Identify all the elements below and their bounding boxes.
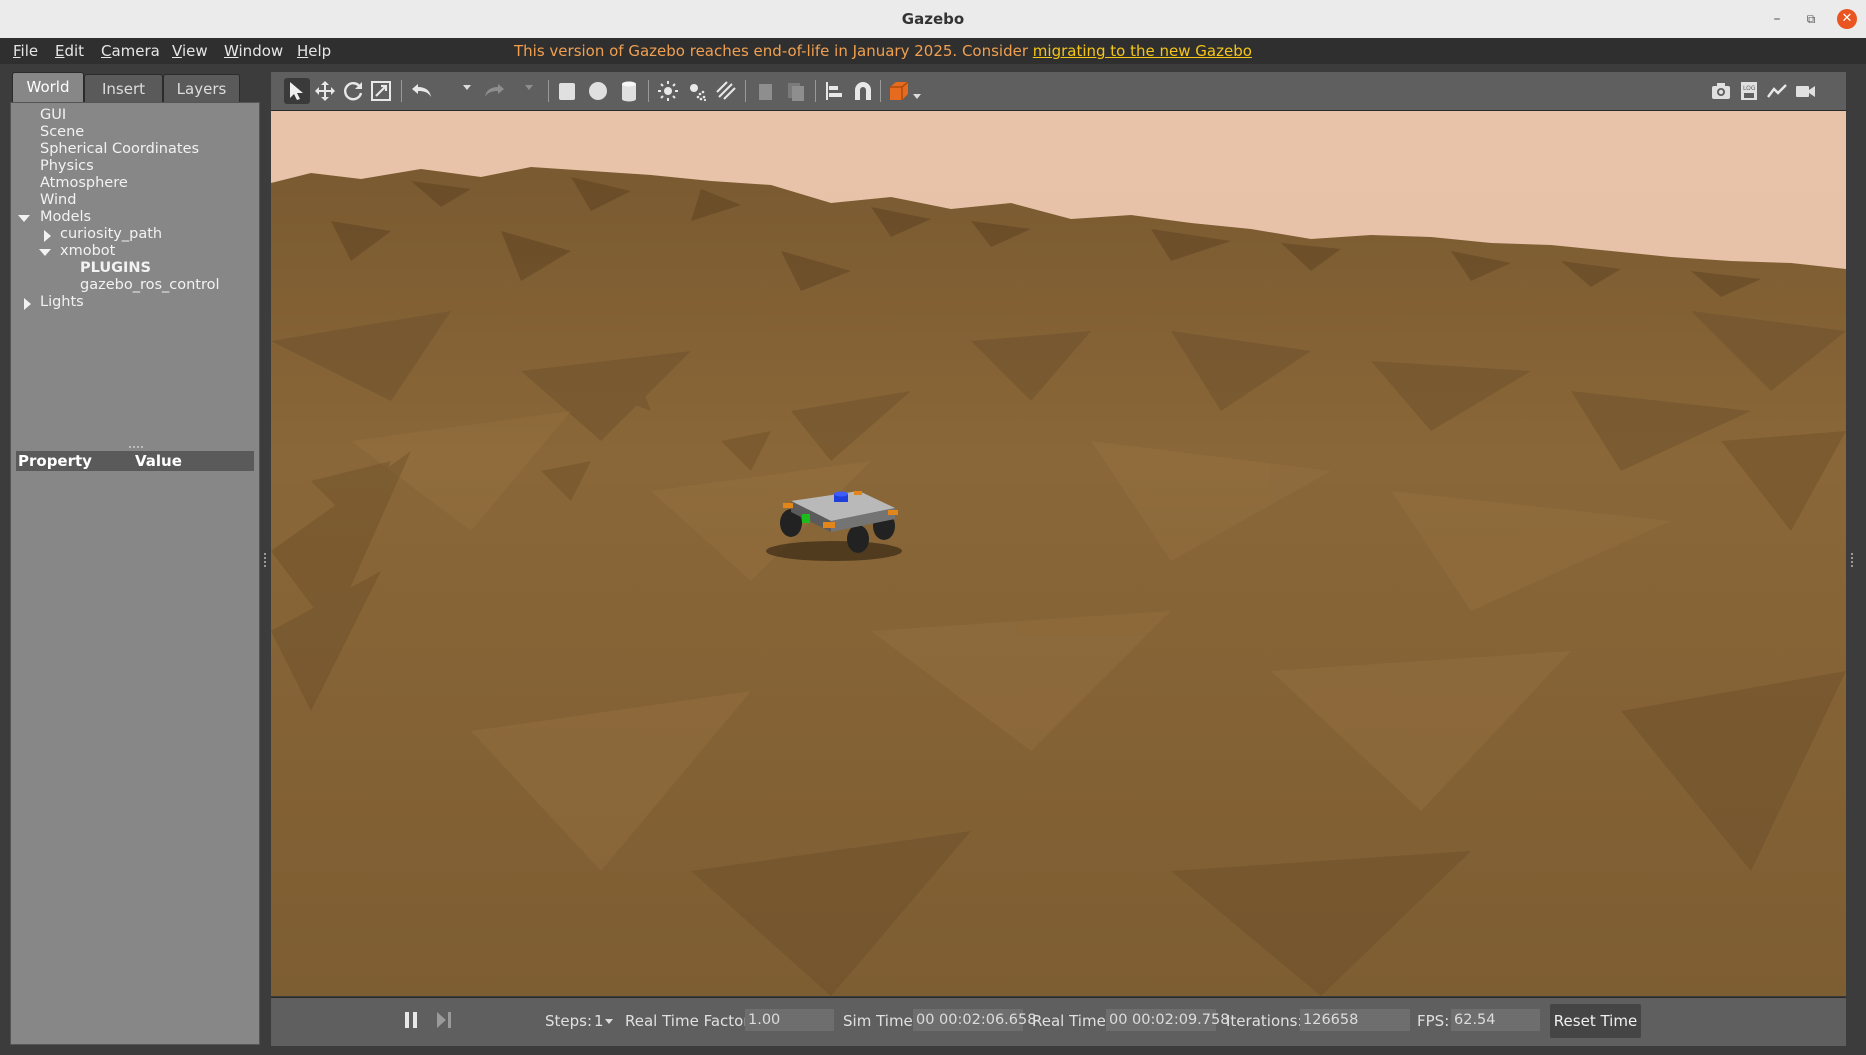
- screenshot-icon[interactable]: [1708, 78, 1734, 104]
- iterations-field: 126658: [1300, 1009, 1410, 1031]
- menu-view[interactable]: View: [172, 42, 208, 60]
- cylinder-shape-icon[interactable]: [616, 78, 642, 104]
- expand-xmobot-icon[interactable]: [39, 249, 51, 256]
- toolbar-separator: [815, 80, 816, 102]
- fps-field: 62.54: [1451, 1009, 1540, 1031]
- redo-history-dropdown-icon[interactable]: [525, 85, 533, 90]
- toolbar-separator: [548, 80, 549, 102]
- menu-help[interactable]: Help: [297, 42, 331, 60]
- tree-item-plugins[interactable]: PLUGINS: [80, 260, 151, 276]
- tab-world[interactable]: World: [12, 72, 84, 103]
- undo-history-dropdown-icon[interactable]: [463, 85, 471, 90]
- change-view-dropdown-icon[interactable]: [913, 94, 921, 99]
- box-shape-icon[interactable]: [554, 78, 580, 104]
- tree-item-xmobot[interactable]: xmobot: [60, 243, 115, 259]
- sim-time-field: 00 00:02:06.658: [913, 1009, 1036, 1031]
- tree-item-lights[interactable]: Lights: [40, 294, 84, 310]
- eol-text: This version of Gazebo reaches end-of-li…: [514, 42, 1033, 60]
- paste-icon[interactable]: [783, 78, 809, 104]
- menu-camera[interactable]: Camera: [101, 42, 160, 60]
- pause-icon[interactable]: [398, 1007, 424, 1033]
- simulation-status-bar: Steps: 1 Real Time Factor: 1.00 Sim Time…: [271, 997, 1846, 1046]
- align-icon[interactable]: [821, 78, 847, 104]
- tree-item-spherical-coordinates[interactable]: Spherical Coordinates: [40, 141, 199, 157]
- toolbar-separator: [745, 80, 746, 102]
- tree-item-scene[interactable]: Scene: [40, 124, 84, 140]
- window-titlebar: Gazebo – ⧉ ✕: [0, 0, 1866, 39]
- left-panel-resize-handle[interactable]: [264, 553, 270, 567]
- panel-splitter-handle[interactable]: [129, 446, 143, 448]
- sphere-shape-icon[interactable]: [585, 78, 611, 104]
- rotate-mode-icon[interactable]: [340, 78, 366, 104]
- fps-label: FPS:: [1417, 1012, 1450, 1030]
- translate-mode-icon[interactable]: [312, 78, 338, 104]
- world-tree-panel: GUI Scene Spherical Coordinates Physics …: [10, 102, 260, 1045]
- tree-item-gazebo-ros-control[interactable]: gazebo_ros_control: [80, 277, 220, 293]
- steps-dropdown-icon[interactable]: [605, 1019, 613, 1024]
- select-mode-icon[interactable]: [284, 78, 310, 104]
- mars-terrain-scene: [271, 111, 1846, 996]
- point-light-icon[interactable]: [655, 78, 681, 104]
- property-column-header: Property: [18, 452, 92, 470]
- close-icon[interactable]: ✕: [1837, 9, 1857, 29]
- step-forward-icon[interactable]: [431, 1007, 457, 1033]
- menu-bar: File Edit Camera View Window Help This v…: [0, 38, 1866, 64]
- property-table-header: Property Value: [16, 451, 254, 471]
- expand-curiosity-path-icon[interactable]: [44, 230, 51, 242]
- real-time-factor-label: Real Time Factor:: [625, 1012, 755, 1030]
- minimize-icon[interactable]: –: [1767, 9, 1787, 29]
- tree-item-gui[interactable]: GUI: [40, 107, 66, 123]
- restore-icon[interactable]: ⧉: [1801, 9, 1821, 29]
- scene-viewport[interactable]: [271, 111, 1846, 996]
- change-view-icon[interactable]: [886, 78, 912, 104]
- menu-file[interactable]: File: [13, 42, 38, 60]
- menu-edit[interactable]: Edit: [55, 42, 84, 60]
- steps-label: Steps:: [545, 1012, 593, 1030]
- log-icon[interactable]: LOG: [1736, 78, 1762, 104]
- reset-time-button[interactable]: Reset Time: [1550, 1004, 1641, 1038]
- expand-lights-icon[interactable]: [24, 298, 31, 310]
- left-panel-tabs: World Insert Layers: [10, 72, 260, 103]
- real-time-field: 00 00:02:09.758: [1106, 1009, 1229, 1031]
- main-toolbar: LOG: [271, 72, 1846, 111]
- redo-icon[interactable]: [481, 78, 507, 104]
- tab-insert[interactable]: Insert: [84, 74, 163, 103]
- scale-mode-icon[interactable]: [368, 78, 394, 104]
- tree-item-models[interactable]: Models: [40, 209, 91, 225]
- spot-light-icon[interactable]: [684, 78, 710, 104]
- value-column-header: Value: [135, 452, 182, 470]
- snap-magnet-icon[interactable]: [850, 78, 876, 104]
- real-time-label: Real Time:: [1032, 1012, 1111, 1030]
- real-time-factor-field: 1.00: [745, 1009, 834, 1031]
- sim-time-label: Sim Time:: [843, 1012, 918, 1030]
- toolbar-separator: [648, 80, 649, 102]
- window-title: Gazebo: [901, 10, 965, 28]
- right-panel-resize-handle[interactable]: [1851, 553, 1857, 567]
- video-record-icon[interactable]: [1792, 78, 1818, 104]
- undo-icon[interactable]: [409, 78, 435, 104]
- iterations-label: Iterations:: [1226, 1012, 1303, 1030]
- toolbar-separator: [880, 80, 881, 102]
- menu-window[interactable]: Window: [224, 42, 283, 60]
- svg-text:LOG: LOG: [1743, 85, 1756, 92]
- tree-item-curiosity-path[interactable]: curiosity_path: [60, 226, 162, 242]
- left-panel: World Insert Layers GUI Scene Spherical …: [10, 72, 260, 1045]
- eol-migrate-link[interactable]: migrating to the new Gazebo: [1033, 42, 1252, 60]
- copy-icon[interactable]: [752, 78, 778, 104]
- tree-item-atmosphere[interactable]: Atmosphere: [40, 175, 128, 191]
- tree-item-physics[interactable]: Physics: [40, 158, 94, 174]
- tree-item-wind[interactable]: Wind: [40, 192, 76, 208]
- directional-light-icon[interactable]: [713, 78, 739, 104]
- plot-icon[interactable]: [1764, 78, 1790, 104]
- toolbar-separator: [401, 80, 402, 102]
- steps-value[interactable]: 1: [594, 1012, 604, 1030]
- eol-notice: This version of Gazebo reaches end-of-li…: [514, 42, 1252, 60]
- tab-layers[interactable]: Layers: [163, 74, 240, 103]
- expand-models-icon[interactable]: [18, 215, 30, 222]
